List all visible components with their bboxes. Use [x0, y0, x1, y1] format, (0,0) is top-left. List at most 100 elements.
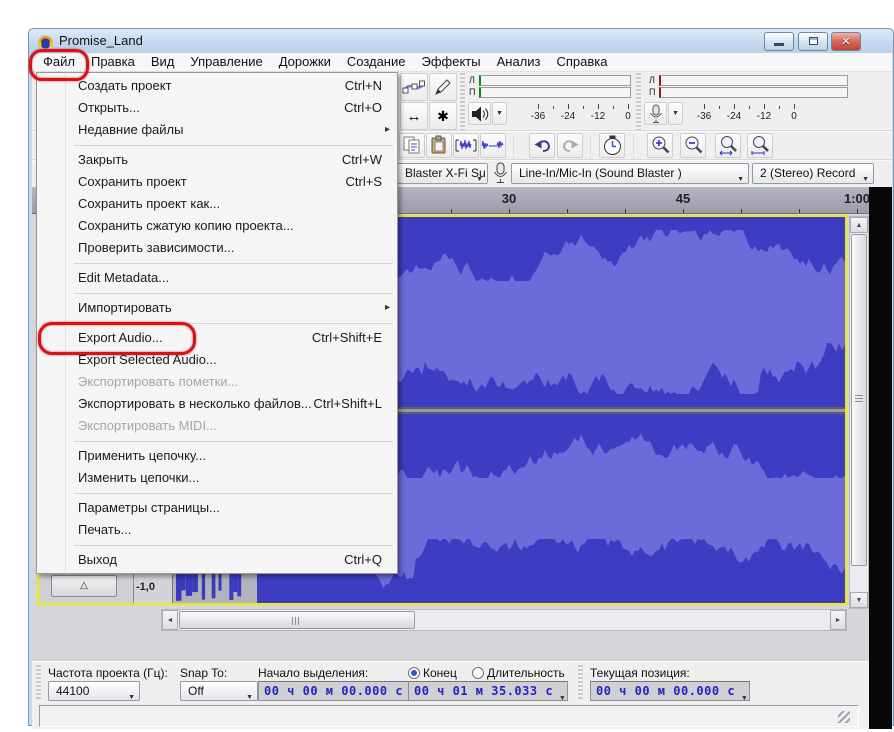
- trim-audio-button[interactable]: [453, 133, 479, 158]
- current-position-field[interactable]: 00 ч 00 м 00.000 с ▼: [590, 681, 750, 701]
- file-menu-item[interactable]: Edit Metadata...: [38, 267, 396, 289]
- scroll-up-button[interactable]: ▲: [850, 217, 868, 233]
- menubar-item-8[interactable]: Справка: [548, 53, 615, 71]
- file-menu-item[interactable]: Сохранить проект как...: [38, 193, 396, 215]
- playback-meter-left-bar: [479, 75, 631, 86]
- file-menu-item[interactable]: Сохранить сжатую копию проекта...: [38, 215, 396, 237]
- menu-item-label: Недавние файлы: [78, 119, 382, 141]
- menu-item-label: Сохранить проект как...: [78, 193, 382, 215]
- fit-project-icon: [750, 135, 771, 156]
- menu-item-label: Экспортировать пометки...: [78, 371, 382, 393]
- horizontal-scrollbar-thumb[interactable]: [179, 611, 415, 629]
- file-menu-item[interactable]: ВыходCtrl+Q: [38, 549, 396, 571]
- zoom-out-button[interactable]: [680, 133, 706, 158]
- redo-icon: [560, 135, 581, 156]
- file-menu-item[interactable]: Экспортировать в несколько файлов...Ctrl…: [38, 393, 396, 415]
- meter-scale-tick: [704, 104, 705, 109]
- snap-to-combo[interactable]: Off ▼: [180, 681, 258, 701]
- sync-lock-clock-button[interactable]: [599, 133, 625, 158]
- silence-audio-button[interactable]: [480, 133, 506, 158]
- fit-selection-button[interactable]: [715, 133, 741, 158]
- selection-end-value: 00 ч 01 м 35.033 с: [414, 684, 553, 698]
- menu-item-shortcut: Ctrl+Shift+L: [313, 393, 382, 415]
- fit-project-button[interactable]: [747, 133, 773, 158]
- selection-end-field[interactable]: 00 ч 01 м 35.033 с ▼: [408, 681, 568, 701]
- menu-item-shortcut: Ctrl+W: [342, 149, 382, 171]
- vertical-scrollbar-thumb[interactable]: [851, 234, 867, 566]
- menu-item-label: Печать...: [78, 519, 382, 541]
- menubar-item-1[interactable]: Правка: [83, 53, 143, 71]
- copy-icon: [402, 135, 423, 156]
- meter-scale-tick: [779, 106, 780, 109]
- file-menu-item[interactable]: Создать проектCtrl+N: [38, 75, 396, 97]
- toolbar-grip[interactable]: [578, 665, 583, 699]
- redo-button[interactable]: [557, 133, 583, 158]
- file-menu-item[interactable]: Проверить зависимости...: [38, 237, 396, 259]
- file-menu-item[interactable]: Изменить цепочки...: [38, 467, 396, 489]
- vertical-scrollbar[interactable]: ▲ ▼: [849, 216, 869, 609]
- scroll-down-button[interactable]: ▼: [850, 592, 868, 608]
- playback-meter-left-label: Л: [469, 75, 475, 86]
- end-radio[interactable]: Конец: [408, 666, 457, 680]
- envelope-tool-button[interactable]: [400, 73, 428, 101]
- status-message-area: [39, 705, 859, 727]
- snap-to-value: Off: [188, 684, 204, 698]
- copy-button[interactable]: [399, 133, 425, 158]
- undo-button[interactable]: [529, 133, 555, 158]
- menu-item-shortcut: Ctrl+Shift+E: [312, 327, 382, 349]
- menu-item-label: Проверить зависимости...: [78, 237, 382, 259]
- paste-icon: [429, 135, 450, 156]
- file-menu-item[interactable]: ЗакрытьCtrl+W: [38, 149, 396, 171]
- scroll-left-button[interactable]: ◄: [162, 610, 178, 630]
- file-menu-item[interactable]: Недавние файлы▸: [38, 119, 396, 141]
- zoom-in-button[interactable]: [647, 133, 673, 158]
- menubar-item-6[interactable]: Эффекты: [413, 53, 488, 71]
- menu-item-label: Выход: [78, 549, 344, 571]
- clock-icon: [602, 135, 623, 156]
- close-button[interactable]: ✕: [831, 32, 861, 51]
- ruler-tick: [509, 209, 510, 213]
- horizontal-scrollbar[interactable]: ◄ ►: [161, 609, 847, 631]
- file-menu-item[interactable]: Сохранить проектCtrl+S: [38, 171, 396, 193]
- menubar-item-5[interactable]: Создание: [339, 53, 414, 71]
- menubar-item-2[interactable]: Вид: [143, 53, 183, 71]
- menubar-item-7[interactable]: Анализ: [489, 53, 549, 71]
- menubar-item-3[interactable]: Управление: [182, 53, 270, 71]
- envelope-tool-icon: [402, 75, 426, 99]
- resize-grip[interactable]: [838, 711, 850, 723]
- minimize-button[interactable]: [764, 32, 794, 51]
- length-radio[interactable]: Длительность: [472, 666, 565, 680]
- project-rate-combo[interactable]: 44100 ▼: [48, 681, 140, 701]
- menubar-item-4[interactable]: Дорожки: [271, 53, 339, 71]
- toolbar-grip[interactable]: [36, 665, 41, 699]
- menu-item-label: Сохранить проект: [78, 171, 346, 193]
- window-title: Promise_Land: [59, 33, 143, 48]
- recording-device-combo[interactable]: Line-In/Mic-In (Sound Blaster ) ▼: [511, 163, 749, 184]
- radio-selected-icon: [408, 667, 420, 679]
- file-menu-item[interactable]: Открыть...Ctrl+O: [38, 97, 396, 119]
- paste-button[interactable]: [426, 133, 452, 158]
- playback-device-value: Blaster X-Fi Su: [405, 166, 486, 180]
- current-position-value: 00 ч 00 м 00.000 с: [596, 684, 735, 698]
- menu-item-label: Edit Metadata...: [78, 267, 382, 289]
- title-bar[interactable]: Promise_Land ✕: [29, 29, 893, 53]
- scroll-right-button[interactable]: ►: [830, 610, 846, 630]
- track-collapse-button[interactable]: △: [51, 575, 117, 597]
- undo-icon: [532, 135, 553, 156]
- menu-separator: [74, 293, 393, 294]
- restore-button[interactable]: [798, 32, 828, 51]
- file-menu-item[interactable]: Применить цепочку...: [38, 445, 396, 467]
- highlight-oval-file-menu: [29, 49, 89, 81]
- recording-meter-right-bar: [659, 87, 848, 98]
- draw-tool-button[interactable]: [429, 73, 457, 101]
- file-menu-item[interactable]: Печать...: [38, 519, 396, 541]
- recording-channels-combo[interactable]: 2 (Stereo) Record ▼: [752, 163, 874, 184]
- menu-item-shortcut: Ctrl+N: [345, 75, 382, 97]
- file-menu-item[interactable]: Импортировать▸: [38, 297, 396, 319]
- meter-scale-tick: [734, 104, 735, 109]
- chevron-down-icon: ▼: [128, 688, 135, 701]
- selection-start-field[interactable]: 00 ч 00 м 00.000 с ▼: [258, 681, 418, 701]
- zoom-in-icon: [650, 135, 671, 156]
- file-menu-item[interactable]: Параметры страницы...: [38, 497, 396, 519]
- ruler-tick: [683, 209, 684, 213]
